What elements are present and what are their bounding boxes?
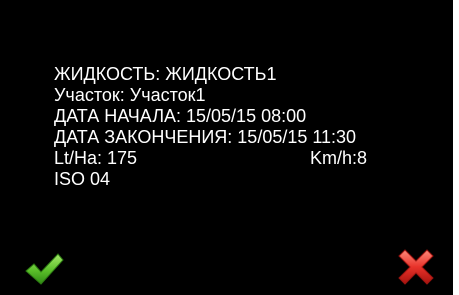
checkmark-icon xyxy=(25,253,64,285)
iso-line: ISO 04 xyxy=(54,169,111,189)
confirm-button[interactable] xyxy=(24,249,64,289)
end-date-line: ДАТА ЗАКОНЧЕНИЯ: 15/05/15 11:30 xyxy=(54,127,357,147)
rate-speed-line: Lt/Ha: 175 Km/h:8 xyxy=(54,148,426,169)
start-date-line: ДАТА НАЧАЛА: 15/05/15 08:00 xyxy=(54,106,307,126)
speed-value: Km/h:8 xyxy=(310,148,368,168)
cancel-button[interactable] xyxy=(396,247,436,287)
plot-line: Участок: Участок1 xyxy=(54,85,206,105)
rate-value: Lt/Ha: 175 xyxy=(54,148,138,168)
device-screen: ЖИДКОСТЬ: ЖИДКОСТЬ1 Участок: Участок1 ДА… xyxy=(0,0,453,295)
job-summary: ЖИДКОСТЬ: ЖИДКОСТЬ1 Участок: Участок1 ДА… xyxy=(54,64,426,190)
cross-icon xyxy=(398,249,434,285)
liquid-line: ЖИДКОСТЬ: ЖИДКОСТЬ1 xyxy=(54,64,277,84)
